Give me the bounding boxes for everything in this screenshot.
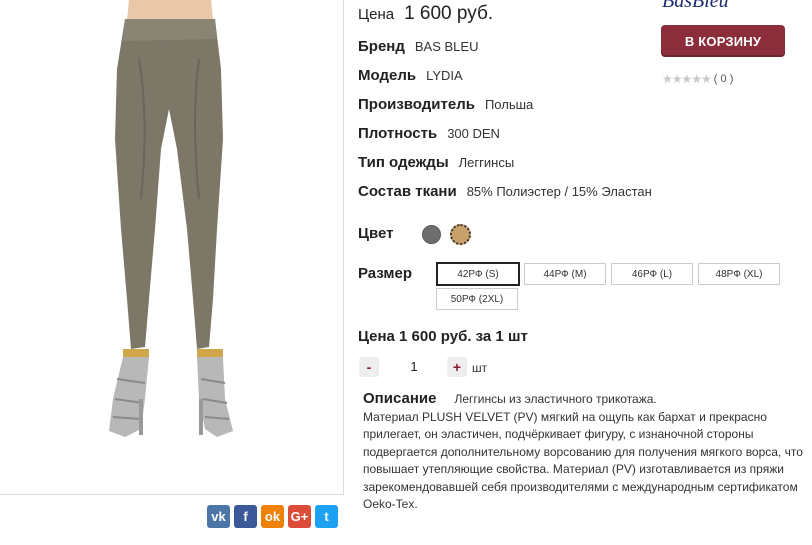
odnoklassniki-icon[interactable]: ok	[261, 505, 284, 528]
brand-logo[interactable]: BasBleu	[662, 0, 729, 13]
size-option-50[interactable]: 50РФ (2XL)	[436, 288, 518, 310]
quantity-input[interactable]: 1	[400, 359, 428, 374]
product-image[interactable]	[0, 0, 344, 495]
facebook-icon[interactable]: f	[234, 505, 257, 528]
attr-label: Производитель	[358, 96, 475, 113]
attr-value: 85% Полиэстер / 15% Эластан	[466, 184, 652, 199]
rating: ★★★★★ ( 0 )	[662, 72, 733, 86]
twitter-icon[interactable]: t	[315, 505, 338, 528]
description-lead: Леггинсы из эластичного трикотажа.	[454, 392, 657, 406]
attr-label: Модель	[358, 67, 417, 84]
attr-value: BAS BLEU	[414, 39, 479, 54]
rating-count: ( 0 )	[713, 73, 734, 85]
size-option-42[interactable]: 42РФ (S)	[436, 262, 520, 286]
price-row: Цена 1 600 руб.	[358, 3, 493, 25]
size-label: Размер	[358, 265, 413, 282]
description-body: Материал PLUSH VELVET (PV) мягкий на ощу…	[363, 409, 803, 512]
attr-model: Модель LYDIA	[358, 67, 463, 84]
attr-label: Плотность	[358, 125, 438, 142]
vk-icon[interactable]: vk	[207, 505, 230, 528]
attr-value: LYDIA	[426, 68, 463, 83]
size-row: Размер	[358, 265, 422, 282]
attr-clothing-type: Тип одежды Леггинсы	[358, 154, 514, 171]
attr-label: Тип одежды	[358, 154, 449, 171]
quantity-plus-button[interactable]: +	[447, 357, 467, 377]
color-swatch-beige[interactable]	[450, 224, 471, 245]
attr-density: Плотность 300 DEN	[358, 125, 500, 142]
description-title: Описание	[363, 390, 437, 407]
leggings-photo	[109, 0, 233, 437]
attr-value: Леггинсы	[458, 155, 515, 170]
size-option-48[interactable]: 48РФ (XL)	[698, 263, 780, 285]
price-label: Цена	[358, 6, 395, 23]
social-share: vk f ok G+ t	[207, 505, 338, 528]
google-plus-icon[interactable]: G+	[288, 505, 311, 528]
attr-manufacturer: Производитель Польша	[358, 96, 533, 113]
unit-price-text: Цена 1 600 руб. за 1 шт	[358, 328, 528, 345]
attr-value: Польша	[484, 97, 534, 112]
attr-brand: Бренд BAS BLEU	[358, 38, 478, 55]
quantity-minus-button[interactable]: -	[359, 357, 379, 377]
quantity-unit: шт	[472, 361, 488, 375]
price-value: 1 600 руб.	[404, 3, 494, 24]
color-label: Цвет	[358, 225, 394, 242]
unit-price: Цена 1 600 руб. за 1 шт	[358, 328, 528, 345]
add-to-cart-button[interactable]: В КОРЗИНУ	[661, 25, 785, 57]
star-rating-icon[interactable]: ★★★★★	[662, 72, 712, 86]
size-option-46[interactable]: 46РФ (L)	[611, 263, 693, 285]
attr-label: Бренд	[358, 38, 405, 55]
attr-fabric: Состав ткани 85% Полиэстер / 15% Эластан	[358, 183, 652, 200]
color-row: Цвет	[358, 225, 403, 242]
attr-label: Состав ткани	[358, 183, 457, 200]
description: Описание Леггинсы из эластичного трикотаж…	[363, 390, 803, 514]
attr-value: 300 DEN	[447, 126, 500, 141]
size-option-44[interactable]: 44РФ (M)	[524, 263, 606, 285]
color-swatch-gray[interactable]	[422, 225, 441, 244]
